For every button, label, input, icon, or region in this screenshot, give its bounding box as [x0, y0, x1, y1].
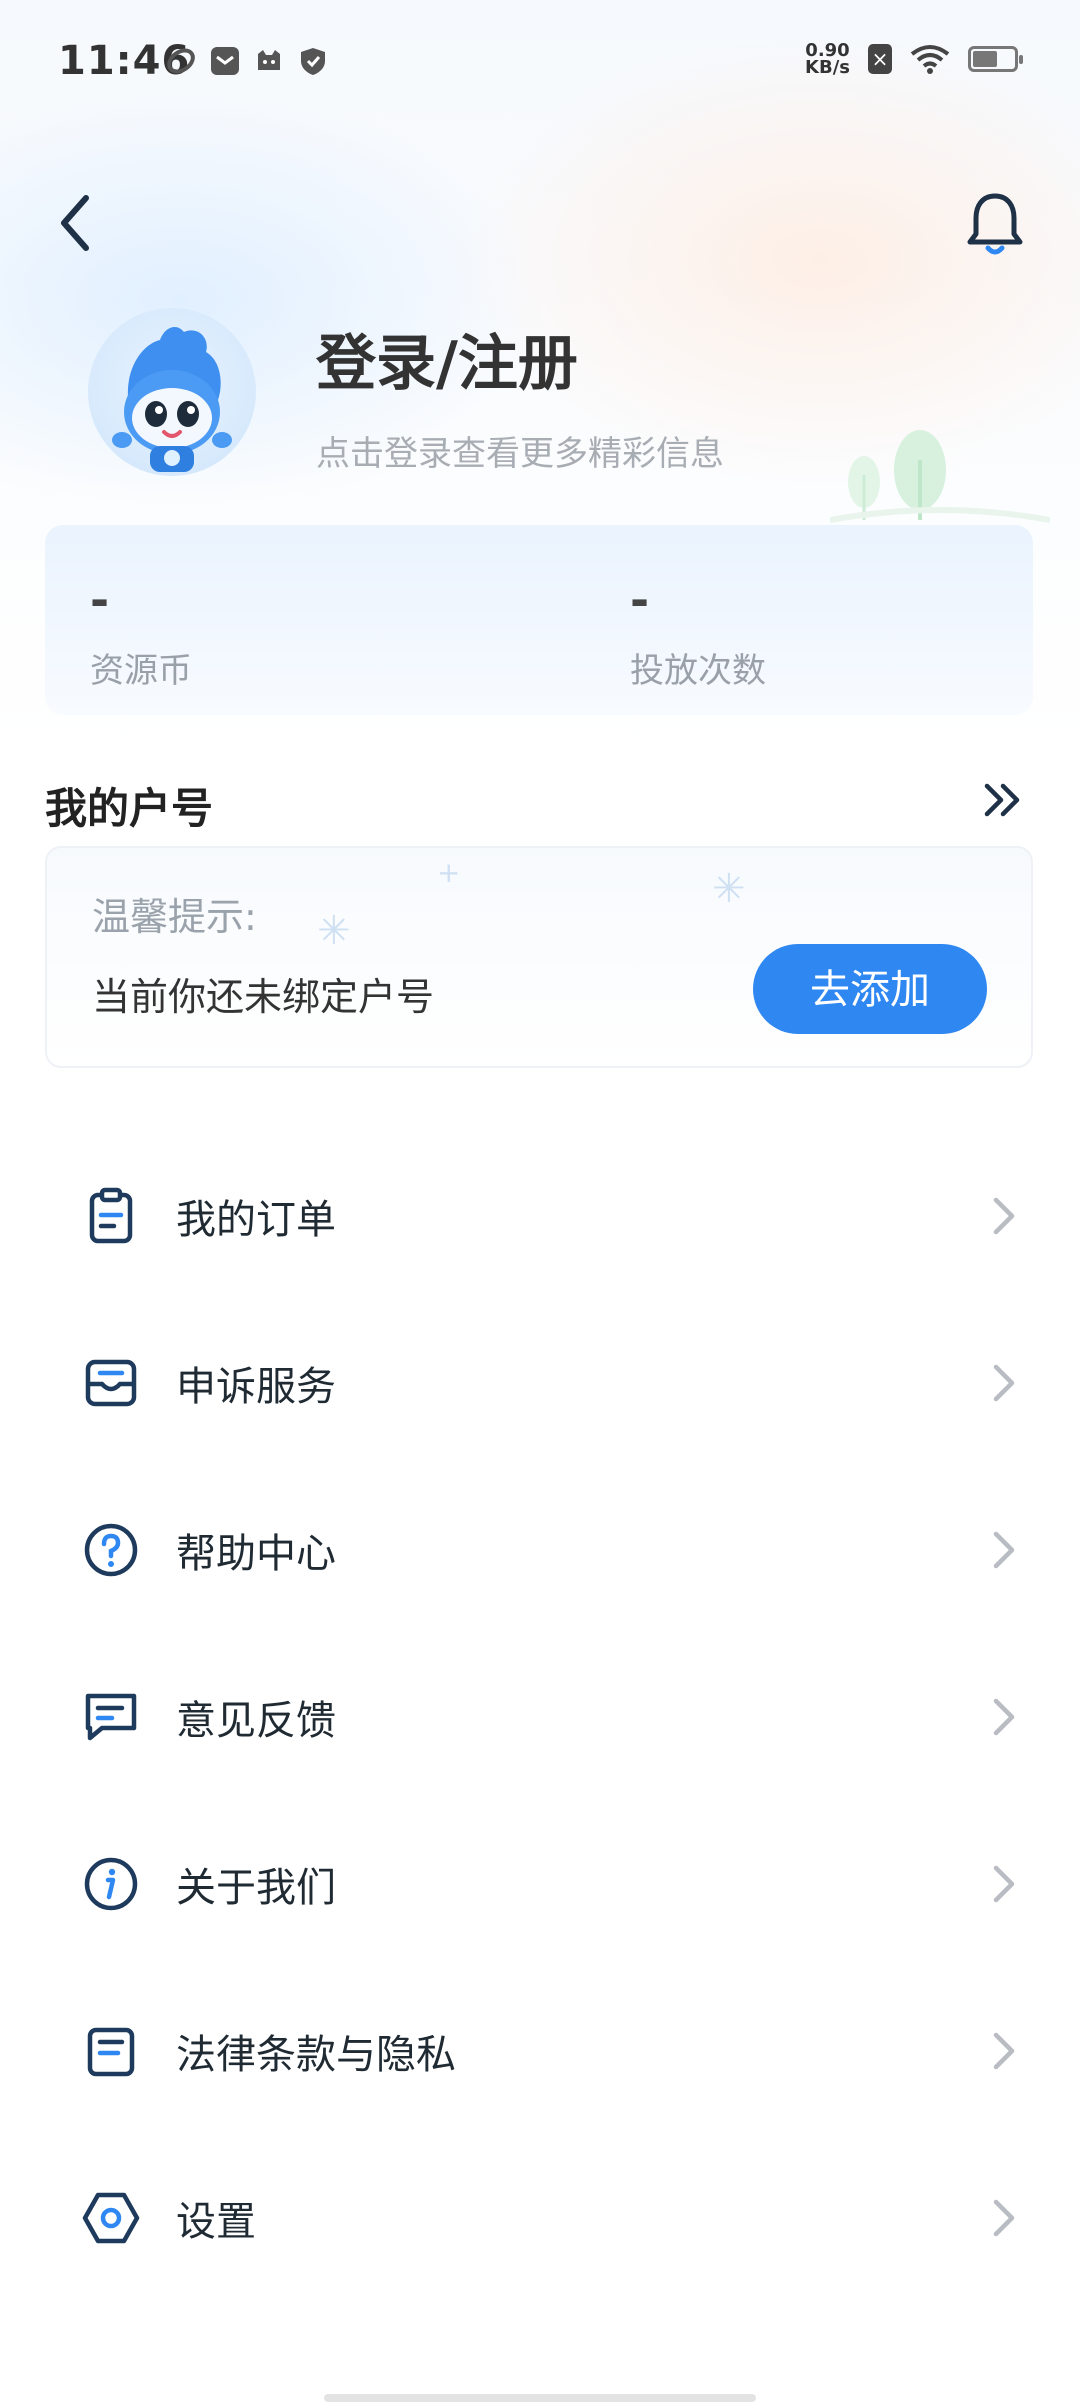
- stat-delivery-count[interactable]: - 投放次数: [630, 575, 766, 692]
- mascot-icon: [112, 326, 232, 472]
- menu-label: 申诉服务: [176, 1363, 336, 1410]
- double-chevron-right-icon[interactable]: [981, 778, 1025, 822]
- status-bar: 11:46 0.90 KB/s ×: [0, 0, 1080, 120]
- chevron-left-icon[interactable]: [50, 188, 110, 258]
- stats-card: - 资源币 - 投放次数: [45, 525, 1033, 715]
- mail-icon: [211, 47, 239, 75]
- stat-label: 资源币: [90, 651, 192, 691]
- battery-icon: [968, 46, 1023, 72]
- menu-item-feedback[interactable]: 意见反馈: [0, 1633, 1080, 1800]
- chevron-right-icon: [993, 1197, 1015, 1234]
- question-circle-icon: [84, 1523, 138, 1576]
- chevron-right-icon: [993, 2199, 1015, 2236]
- sparkle-decoration-icon: ✳: [317, 908, 351, 954]
- document-icon: [87, 2027, 135, 2076]
- login-subtitle[interactable]: 点击登录查看更多精彩信息: [316, 426, 724, 475]
- account-binding-card: ✳ + ✳ 温馨提示: 当前你还未绑定户号 去添加: [45, 846, 1033, 1068]
- login-register-title[interactable]: 登录/注册: [316, 315, 578, 402]
- tip-label: 温馨提示:: [92, 895, 257, 939]
- hexagon-settings-icon: [82, 2192, 140, 2243]
- shield-icon: [301, 48, 325, 75]
- menu-label: 关于我们: [176, 1864, 336, 1911]
- stat-value: -: [630, 573, 650, 627]
- chevron-right-icon: [993, 1865, 1015, 1902]
- wifi-icon: [910, 45, 950, 74]
- status-icons-right: 0.90 KB/s ×: [805, 40, 1023, 78]
- menu-label: 我的订单: [176, 1196, 336, 1243]
- sim-x-icon: ×: [868, 44, 892, 74]
- chevron-right-icon: [993, 2032, 1015, 2069]
- add-account-button[interactable]: 去添加: [753, 944, 987, 1034]
- clipboard-icon: [89, 1187, 133, 1243]
- plus-decoration-icon: +: [437, 856, 461, 889]
- avatar[interactable]: [88, 308, 256, 476]
- status-icons-left: [166, 46, 328, 76]
- menu-label: 意见反馈: [176, 1697, 336, 1744]
- moon-icon: [167, 48, 195, 74]
- chevron-right-icon: [993, 1531, 1015, 1568]
- message-icon: [85, 1693, 137, 1740]
- network-speed: 0.90 KB/s: [805, 40, 850, 78]
- menu-item-legal-privacy[interactable]: 法律条款与隐私: [0, 1967, 1080, 2134]
- info-circle-icon: [84, 1857, 138, 1910]
- bell-icon[interactable]: [960, 190, 1030, 260]
- menu-label: 帮助中心: [176, 1530, 336, 1577]
- chevron-right-icon: [993, 1698, 1015, 1735]
- cat-icon: [258, 50, 280, 70]
- menu-list: 我的订单 申诉服务 帮助中心 意见反馈 关于我们 法律条款与隐私 设置: [0, 1132, 1080, 2301]
- menu-item-about[interactable]: 关于我们: [0, 1800, 1080, 1967]
- stat-label: 投放次数: [630, 651, 766, 691]
- home-indicator[interactable]: [324, 2394, 756, 2402]
- menu-item-help[interactable]: 帮助中心: [0, 1466, 1080, 1633]
- stat-value: -: [90, 573, 110, 627]
- sparkle-decoration-icon: ✳: [712, 866, 746, 912]
- menu-item-orders[interactable]: 我的订单: [0, 1132, 1080, 1299]
- menu-label: 法律条款与隐私: [176, 2031, 456, 2078]
- my-account-title: 我的户号: [45, 784, 214, 833]
- inbox-icon: [85, 1359, 137, 1406]
- menu-item-settings[interactable]: 设置: [0, 2134, 1080, 2301]
- menu-item-appeal[interactable]: 申诉服务: [0, 1299, 1080, 1466]
- chevron-right-icon: [993, 1364, 1015, 1401]
- tip-text: 当前你还未绑定户号: [92, 975, 435, 1019]
- menu-label: 设置: [176, 2198, 256, 2245]
- stat-resource-coins[interactable]: - 资源币: [90, 575, 192, 692]
